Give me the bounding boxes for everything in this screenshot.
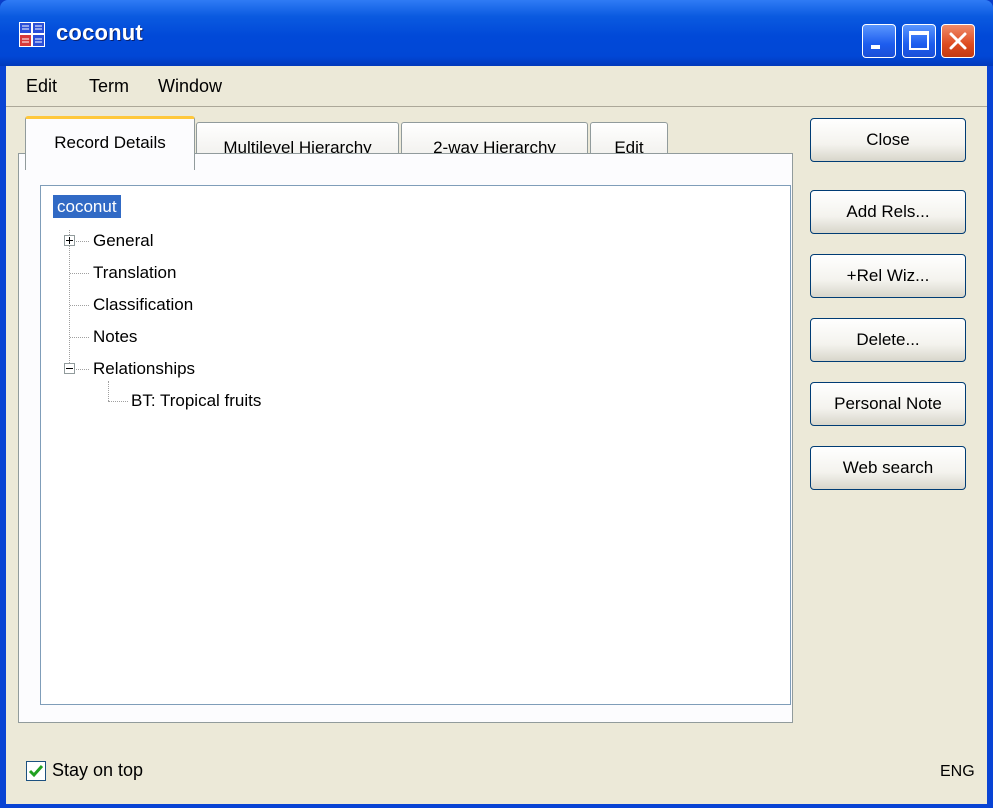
minimize-button[interactable]: [862, 24, 896, 58]
tree-root-label: coconut: [53, 195, 121, 218]
tree-connector: [70, 337, 89, 339]
title-bar[interactable]: coconut: [0, 0, 993, 66]
tree-node-bt-tropical-fruits[interactable]: BT: Tropical fruits: [131, 391, 261, 411]
checkmark-icon: [28, 765, 44, 778]
tree-connector: [70, 305, 89, 307]
tree-connector: [69, 230, 71, 369]
collapse-icon[interactable]: [64, 363, 75, 374]
tree-node-notes[interactable]: Notes: [93, 327, 137, 347]
menu-edit[interactable]: Edit: [26, 76, 57, 97]
tab-record-details-label: Record Details: [54, 133, 166, 152]
window-border-bottom: [0, 804, 993, 808]
expand-icon[interactable]: [64, 235, 75, 246]
stay-on-top-checkbox[interactable]: [26, 761, 46, 781]
tree-connector: [108, 401, 128, 403]
tree-connector: [108, 381, 110, 401]
window-border-right: [987, 66, 993, 808]
close-button[interactable]: Close: [810, 118, 966, 162]
menu-window[interactable]: Window: [158, 76, 222, 97]
maximize-icon: [909, 31, 929, 50]
tree-connector: [70, 273, 89, 275]
tree-node-classification[interactable]: Classification: [93, 295, 193, 315]
rel-wiz-button[interactable]: +Rel Wiz...: [810, 254, 966, 298]
menu-divider: [6, 106, 987, 107]
tree-connector: [76, 369, 89, 371]
window-title: coconut: [56, 20, 143, 45]
record-tree-view[interactable]: coconut General Translation Classificati…: [40, 185, 791, 705]
personal-note-button[interactable]: Personal Note: [810, 382, 966, 426]
add-rels-button[interactable]: Add Rels...: [810, 190, 966, 234]
maximize-button[interactable]: [902, 24, 936, 58]
delete-button[interactable]: Delete...: [810, 318, 966, 362]
app-icon: [19, 22, 45, 47]
menu-term[interactable]: Term: [89, 76, 129, 97]
tree-node-general[interactable]: General: [93, 231, 153, 251]
tree-connector: [76, 241, 89, 243]
web-search-button[interactable]: Web search: [810, 446, 966, 490]
tree-node-root[interactable]: coconut: [53, 195, 121, 218]
close-window-button[interactable]: [941, 24, 975, 58]
close-icon: [949, 32, 967, 50]
menu-bar: Edit Term Window: [6, 66, 987, 102]
stay-on-top-label[interactable]: Stay on top: [52, 760, 143, 781]
minimize-icon: [871, 45, 880, 49]
application-window: coconut Edit Term Window Record Details …: [0, 0, 993, 808]
tree-node-translation[interactable]: Translation: [93, 263, 176, 283]
tree-node-relationships[interactable]: Relationships: [93, 359, 195, 379]
tab-record-details[interactable]: Record Details: [25, 116, 195, 170]
language-indicator: ENG: [940, 763, 975, 780]
